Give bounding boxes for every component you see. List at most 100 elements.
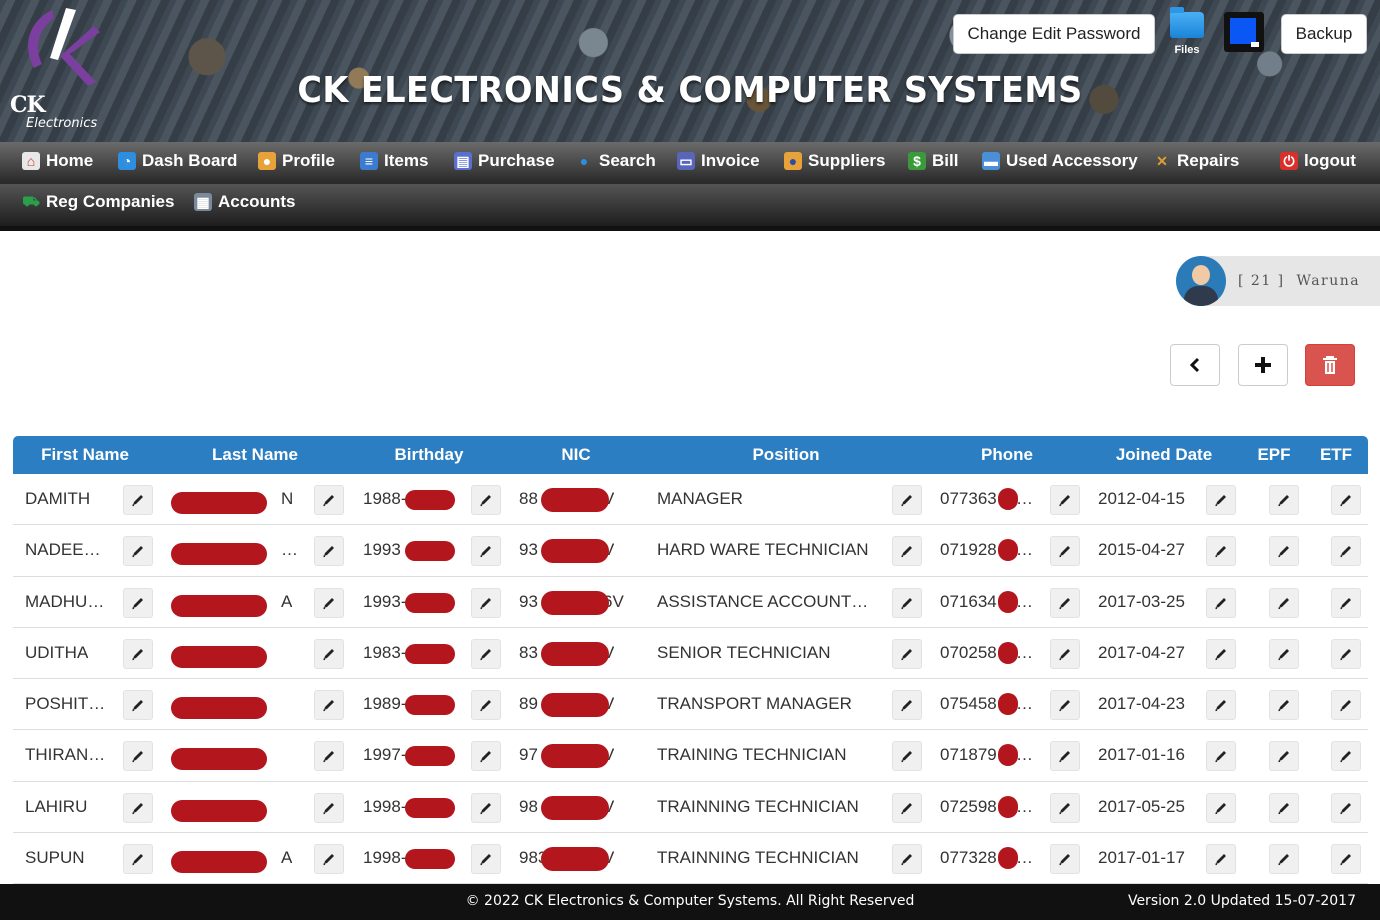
- edit-birthday-button[interactable]: [471, 485, 501, 515]
- nav-item-purchase[interactable]: ▤ Purchase: [454, 151, 555, 171]
- edit-last-name-button[interactable]: [314, 587, 344, 618]
- birthday-cell: 1989-: [363, 694, 407, 714]
- edit-position-button[interactable]: [892, 485, 922, 515]
- edit-joined-date-button[interactable]: [1206, 638, 1236, 669]
- edit-last-name-button[interactable]: [314, 485, 344, 515]
- edit-position-button[interactable]: [892, 536, 922, 567]
- nic-cell: 88: [519, 489, 538, 508]
- edit-first-name-button[interactable]: [123, 587, 153, 618]
- pencil-icon: [480, 854, 491, 866]
- edit-last-name-button[interactable]: [314, 844, 344, 875]
- edit-birthday-button[interactable]: [471, 844, 501, 875]
- position-cell: TRANSPORT MANAGER: [657, 694, 852, 714]
- back-button[interactable]: [1170, 344, 1220, 386]
- edit-epf-button[interactable]: [1269, 792, 1299, 823]
- nav-item-reg-companies[interactable]: ⛟ Reg Companies: [22, 192, 174, 212]
- nav-item-home[interactable]: ⌂ Home: [22, 151, 93, 171]
- edit-joined-date-button[interactable]: [1206, 690, 1236, 721]
- edit-etf-button[interactable]: [1331, 536, 1361, 567]
- edit-last-name-button[interactable]: [314, 536, 344, 567]
- edit-phone-button[interactable]: [1050, 792, 1080, 823]
- pencil-icon: [1215, 700, 1226, 712]
- phone-ellipsis: …: [1016, 591, 1033, 611]
- edit-joined-date-button[interactable]: [1206, 485, 1236, 515]
- edit-epf-button[interactable]: [1269, 690, 1299, 721]
- edit-joined-date-button[interactable]: [1206, 792, 1236, 823]
- files-button[interactable]: Files: [1168, 7, 1206, 62]
- nav-item-logout[interactable]: ⏻ logout: [1280, 151, 1356, 171]
- edit-etf-button[interactable]: [1331, 587, 1361, 618]
- edit-etf-button[interactable]: [1331, 638, 1361, 669]
- edit-first-name-button[interactable]: [123, 536, 153, 567]
- nav-item-dash-board[interactable]: ◔ Dash Board: [118, 151, 237, 171]
- edit-epf-button[interactable]: [1269, 741, 1299, 772]
- pencil-icon: [480, 802, 491, 814]
- edit-joined-date-button[interactable]: [1206, 536, 1236, 567]
- edit-phone-button[interactable]: [1050, 690, 1080, 721]
- edit-phone-button[interactable]: [1050, 587, 1080, 618]
- edit-etf-button[interactable]: [1331, 741, 1361, 772]
- edit-birthday-button[interactable]: [471, 690, 501, 721]
- edit-etf-button[interactable]: [1331, 792, 1361, 823]
- user-badge[interactable]: [ 21 ] Waruna: [1176, 256, 1380, 306]
- birthday-cell: 1993: [363, 540, 401, 560]
- edit-first-name-button[interactable]: [123, 792, 153, 823]
- edit-epf-button[interactable]: [1269, 638, 1299, 669]
- edit-etf-button[interactable]: [1331, 690, 1361, 721]
- edit-position-button[interactable]: [892, 587, 922, 618]
- edit-joined-date-button[interactable]: [1206, 587, 1236, 618]
- edit-last-name-button[interactable]: [314, 741, 344, 772]
- edit-birthday-button[interactable]: [471, 792, 501, 823]
- nav-item-repairs[interactable]: ✕ Repairs: [1153, 151, 1239, 171]
- nav-item-invoice[interactable]: ▭ Invoice: [677, 151, 760, 171]
- edit-last-name-button[interactable]: [314, 638, 344, 669]
- nav-item-search[interactable]: ● Search: [575, 151, 656, 171]
- edit-last-name-button[interactable]: [314, 690, 344, 721]
- edit-birthday-button[interactable]: [471, 741, 501, 772]
- edit-position-button[interactable]: [892, 741, 922, 772]
- edit-phone-button[interactable]: [1050, 485, 1080, 515]
- edit-phone-button[interactable]: [1050, 536, 1080, 567]
- edit-birthday-button[interactable]: [471, 587, 501, 618]
- add-button[interactable]: [1238, 344, 1288, 386]
- nav-item-used-accessory[interactable]: ▬ Used Accessory: [982, 151, 1138, 171]
- edit-position-button[interactable]: [892, 844, 922, 875]
- delete-button[interactable]: [1305, 344, 1355, 386]
- edit-phone-button[interactable]: [1050, 741, 1080, 772]
- edit-epf-button[interactable]: [1269, 536, 1299, 567]
- nav-item-items[interactable]: ≡ Items: [360, 151, 428, 171]
- nav-item-label: Reg Companies: [46, 192, 175, 211]
- nav-item-bill[interactable]: $ Bill: [908, 151, 958, 171]
- nav-item-accounts[interactable]: ▦ Accounts: [194, 192, 295, 212]
- edit-first-name-button[interactable]: [123, 690, 153, 721]
- edit-first-name-button[interactable]: [123, 638, 153, 669]
- monitor-icon: ▬: [982, 152, 1000, 170]
- edit-birthday-button[interactable]: [471, 638, 501, 669]
- remote-desktop-icon[interactable]: [1224, 12, 1264, 52]
- nav-item-suppliers[interactable]: ● Suppliers: [784, 151, 885, 171]
- edit-position-button[interactable]: [892, 638, 922, 669]
- edit-first-name-button[interactable]: [123, 844, 153, 875]
- edit-epf-button[interactable]: [1269, 485, 1299, 515]
- edit-birthday-button[interactable]: [471, 536, 501, 567]
- edit-epf-button[interactable]: [1269, 844, 1299, 875]
- pencil-icon: [1215, 751, 1226, 763]
- edit-joined-date-button[interactable]: [1206, 844, 1236, 875]
- edit-first-name-button[interactable]: [123, 741, 153, 772]
- change-password-button[interactable]: Change Edit Password: [953, 14, 1155, 54]
- edit-etf-button[interactable]: [1331, 844, 1361, 875]
- phone-cell: 075458: [940, 694, 997, 714]
- redaction-mark: [541, 488, 609, 512]
- edit-epf-button[interactable]: [1269, 587, 1299, 618]
- edit-position-button[interactable]: [892, 792, 922, 823]
- edit-etf-button[interactable]: [1331, 485, 1361, 515]
- edit-last-name-button[interactable]: [314, 792, 344, 823]
- edit-first-name-button[interactable]: [123, 485, 153, 515]
- edit-phone-button[interactable]: [1050, 638, 1080, 669]
- nav-item-profile[interactable]: ● Profile: [258, 151, 335, 171]
- edit-phone-button[interactable]: [1050, 844, 1080, 875]
- edit-joined-date-button[interactable]: [1206, 741, 1236, 772]
- edit-position-button[interactable]: [892, 690, 922, 721]
- backup-button[interactable]: Backup: [1281, 14, 1367, 54]
- pencil-icon: [1059, 495, 1070, 507]
